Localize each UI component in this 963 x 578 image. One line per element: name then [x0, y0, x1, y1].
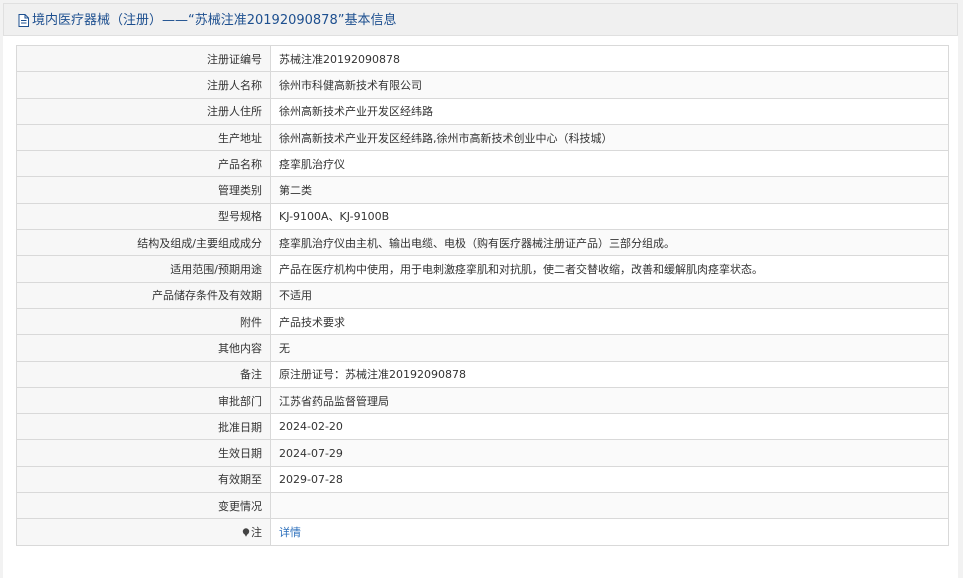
row-label: 附件 [16, 307, 271, 336]
table-row: 其他内容无 [16, 334, 949, 362]
row-label: 结构及组成/主要组成成分 [16, 229, 271, 257]
row-label: 型号规格 [16, 202, 271, 231]
table-row: 管理类别 第二类 [16, 176, 949, 204]
row-value: 2024-07-29 [270, 439, 949, 467]
row-value: 不适用 [270, 281, 949, 309]
row-value: 江苏省药品监督管理局 [270, 386, 949, 415]
row-value: 苏械注准20192090878 [270, 44, 949, 73]
row-label: 管理类别 [16, 176, 271, 204]
page: 境内医疗器械（注册）——“苏械注准20192090878”基本信息 注册证编号苏… [0, 0, 963, 578]
table-row: 审批部门 江苏省药品监督管理局 [16, 386, 949, 415]
row-label: 变更情况 [16, 492, 271, 520]
table-row: 注册证编号 苏械注准20192090878 [16, 44, 949, 73]
row-value: 产品技术要求 [270, 307, 949, 336]
row-label: 注册证编号 [16, 44, 271, 73]
table-row: 附件 产品技术要求 [16, 307, 949, 336]
info-table: 注册证编号 苏械注准20192090878 注册人名称 徐州市科健高新技术有限公司 … [16, 44, 949, 546]
table-row: 产品储存条件及有效期 不适用 [16, 281, 949, 309]
row-label: 产品储存条件及有效期 [16, 281, 271, 309]
table-row: 结构及组成/主要组成成分 痉挛肌治疗仪由主机、输出电缆、电极（购有医疗器械注册证产… [16, 229, 949, 257]
row-value: 徐州高新技术产业开发区经纬路 [270, 97, 949, 125]
row-label: 注册人住所 [16, 97, 271, 125]
table-row: 批准日期 2024-02-20 [16, 413, 949, 441]
pin-icon [242, 528, 250, 537]
row-label: 审批部门 [16, 386, 271, 415]
row-value: 第二类 [270, 176, 949, 204]
table-row: 适用范围/预期用途 产品在医疗机构中使用，用于电刺激痉挛肌和对抗肌，使二者交替收缩… [16, 255, 949, 283]
note-label-cell: 注 [16, 518, 271, 546]
table-row: 变更情况 [16, 492, 949, 520]
row-label: 适用范围/预期用途 [16, 255, 271, 283]
row-label: 生产地址 [16, 123, 271, 152]
row-label: 生效日期 [16, 439, 271, 467]
note-value-cell: 详情 [270, 518, 949, 546]
table-row: 型号规格 KJ-9100A、KJ-9100B [16, 202, 949, 231]
row-label: 备注 [16, 360, 271, 388]
table-row: 产品名称 痉挛肌治疗仪 [16, 150, 949, 178]
row-value: 2024-02-20 [270, 413, 949, 441]
info-panel: 注册证编号 苏械注准20192090878 注册人名称 徐州市科健高新技术有限公司 … [3, 36, 958, 578]
row-label: 批准日期 [16, 413, 271, 441]
row-value: 产品在医疗机构中使用，用于电刺激痉挛肌和对抗肌，使二者交替收缩，改善和缓解肌肉痉… [270, 255, 949, 283]
row-value: 2029-07-28 [270, 465, 949, 494]
header-bar: 境内医疗器械（注册）——“苏械注准20192090878”基本信息 [3, 3, 958, 36]
row-value: 无 [270, 334, 949, 362]
table-row: 生产地址 徐州高新技术产业开发区经纬路,徐州市高新技术创业中心（科技城） [16, 123, 949, 152]
row-label: 产品名称 [16, 150, 271, 178]
row-value: 徐州高新技术产业开发区经纬路,徐州市高新技术创业中心（科技城） [270, 123, 949, 152]
row-value: 痉挛肌治疗仪 [270, 150, 949, 178]
table-row-note: 注 详情 [16, 518, 949, 546]
info-table-body: 注册证编号 苏械注准20192090878 注册人名称 徐州市科健高新技术有限公司 … [16, 44, 949, 546]
row-label: 注册人名称 [16, 71, 271, 99]
row-value [270, 492, 949, 520]
note-label: 注 [251, 525, 262, 539]
table-row: 备注 原注册证号：苏械注准20192090878 [16, 360, 949, 388]
table-row: 有效期至 2029-07-28 [16, 465, 949, 494]
row-value: KJ-9100A、KJ-9100B [270, 202, 949, 231]
page-title-text: 境内医疗器械（注册）——“苏械注准20192090878”基本信息 [32, 13, 397, 28]
details-link[interactable]: 详情 [279, 526, 301, 539]
table-row: 注册人住所 徐州高新技术产业开发区经纬路 [16, 97, 949, 125]
row-value: 原注册证号：苏械注准20192090878 [270, 360, 949, 388]
row-value: 徐州市科健高新技术有限公司 [270, 71, 949, 99]
document-icon [18, 14, 29, 27]
row-label: 有效期至 [16, 465, 271, 494]
row-value: 痉挛肌治疗仪由主机、输出电缆、电极（购有医疗器械注册证产品）三部分组成。 [270, 229, 949, 257]
table-row: 注册人名称 徐州市科健高新技术有限公司 [16, 71, 949, 99]
row-label: 其他内容 [16, 334, 271, 362]
table-row: 生效日期 2024-07-29 [16, 439, 949, 467]
page-title: 境内医疗器械（注册）——“苏械注准20192090878”基本信息 [18, 12, 396, 29]
